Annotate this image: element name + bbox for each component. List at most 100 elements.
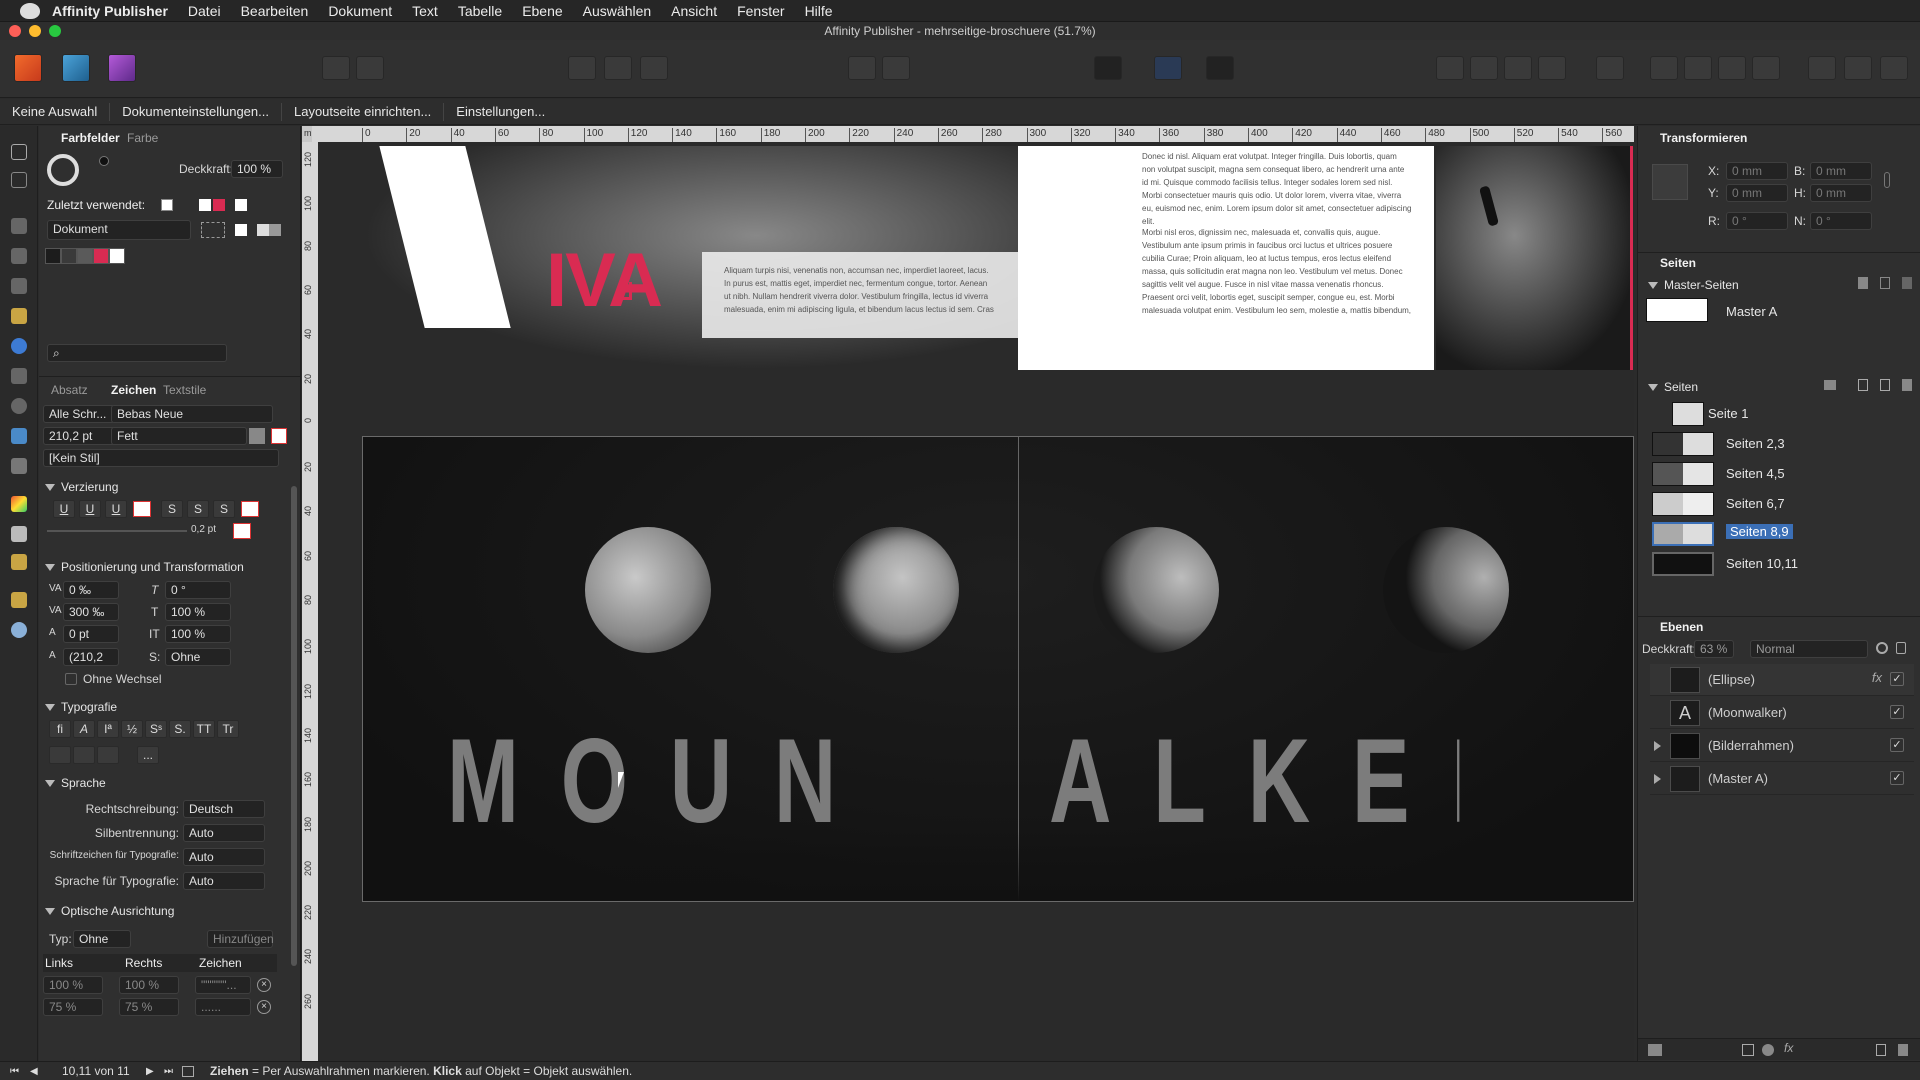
menu-app[interactable]: Affinity Publisher	[52, 3, 168, 19]
row1-remove-icon[interactable]: ×	[257, 978, 271, 992]
w-field[interactable]: 0 mm	[1810, 162, 1872, 180]
all-caps-icon[interactable]: TT	[193, 720, 215, 738]
place-image-icon[interactable]	[11, 428, 27, 444]
section-verzierung[interactable]: Verzierung	[45, 480, 118, 494]
layers-title[interactable]: Ebenen	[1660, 620, 1703, 634]
text-frame-icon[interactable]	[1154, 56, 1182, 80]
row2-right[interactable]: 75 %	[119, 998, 179, 1016]
menu-fenster[interactable]: Fenster	[737, 3, 784, 19]
underline-options-icon[interactable]: U	[105, 500, 127, 518]
deco-size-slider[interactable]	[47, 530, 187, 532]
add-button[interactable]: Hinzufügen	[207, 930, 274, 948]
layer-opacity-field[interactable]: 63 %	[1694, 640, 1734, 658]
color-picker-icon[interactable]	[11, 496, 27, 512]
section-typografie[interactable]: Typografie	[45, 700, 117, 714]
hyph-select[interactable]: Auto	[183, 824, 265, 842]
swatch-4[interactable]	[109, 248, 125, 264]
layout-setup-button[interactable]: Layoutseite einrichten...	[294, 104, 431, 119]
crop-tool-icon[interactable]	[11, 458, 27, 474]
move-tool-icon[interactable]	[11, 144, 27, 160]
circle-tool-icon[interactable]	[604, 56, 632, 80]
font-weight-select[interactable]: Fett	[111, 427, 247, 445]
stylistic-set-2-icon[interactable]	[73, 746, 95, 764]
transform-title[interactable]: Transformieren	[1660, 131, 1747, 145]
settings-button[interactable]: Einstellungen...	[456, 104, 545, 119]
moon-2[interactable]	[833, 527, 959, 653]
double-strikethrough-icon[interactable]: S	[187, 500, 209, 518]
pages-title[interactable]: Seiten	[1660, 256, 1696, 270]
page-row-8-9[interactable]: Seiten 8,9	[1648, 520, 1914, 548]
row2-remove-icon[interactable]: ×	[257, 1000, 271, 1014]
vscale-field[interactable]: 100 %	[165, 603, 231, 621]
picture-frame-icon[interactable]	[11, 368, 27, 384]
menu-text[interactable]: Text	[412, 3, 438, 19]
deco-color-swatch[interactable]	[233, 523, 251, 539]
tab-zeichen[interactable]: Zeichen	[111, 383, 156, 397]
langtypo-select[interactable]: Auto	[183, 872, 265, 890]
strikethrough-options-icon[interactable]: S	[213, 500, 235, 518]
mask-icon[interactable]	[1742, 1044, 1754, 1056]
ligatures-icon[interactable]: fi	[49, 720, 71, 738]
layers-stack-icon[interactable]	[1648, 1044, 1662, 1056]
rotate-left-icon[interactable]	[1718, 56, 1746, 80]
swatch-1[interactable]	[61, 248, 77, 264]
rotate-right-icon[interactable]	[1752, 56, 1780, 80]
delete-layer-icon[interactable]	[1898, 1044, 1908, 1056]
spell-select[interactable]: Deutsch	[183, 800, 265, 818]
script-select[interactable]: Auto	[183, 848, 265, 866]
left-panel-scrollbar[interactable]	[291, 486, 297, 966]
apple-icon[interactable]	[20, 2, 40, 19]
palette-select[interactable]: Dokument	[47, 220, 191, 240]
baseline-field[interactable]: 0 pt	[63, 625, 119, 643]
opacity-field[interactable]: 100 %	[231, 160, 283, 178]
first-page-icon[interactable]: ⏮	[10, 1066, 19, 1077]
page-indicator[interactable]: 10,11 von 11	[62, 1064, 130, 1078]
moonwalker-text-right[interactable]: ALKER	[1049, 723, 1459, 839]
swatch-2[interactable]	[77, 248, 93, 264]
align-icon[interactable]	[1596, 56, 1624, 80]
strikethrough-icon[interactable]: S	[161, 500, 183, 518]
moon-3[interactable]	[1093, 527, 1219, 653]
arrange-back-icon[interactable]	[1470, 56, 1498, 80]
underline-color-swatch[interactable]	[133, 501, 151, 517]
moonwalker-text-left[interactable]: MOUNW	[447, 723, 857, 839]
fill-stroke-icon[interactable]	[47, 154, 79, 186]
pen-tool-icon[interactable]	[11, 308, 27, 324]
underline-icon[interactable]: U	[53, 500, 75, 518]
row1-right[interactable]: 100 %	[119, 976, 179, 994]
fx-footer-icon[interactable]: fx	[1784, 1041, 1793, 1055]
layer-moonwalker[interactable]: A (Moonwalker) ✓	[1650, 697, 1914, 729]
superscript-icon[interactable]: Sˢ	[145, 720, 167, 738]
tab-textstile[interactable]: Textstile	[163, 383, 206, 397]
fractions-icon[interactable]: ½	[121, 720, 143, 738]
table-tool-icon[interactable]	[11, 248, 27, 264]
spread-left-image[interactable]: IVA Aliquam turpis nisi, venenatis non, …	[362, 146, 1018, 370]
menu-tabelle[interactable]: Tabelle	[458, 3, 502, 19]
recent-swatch-none[interactable]	[161, 199, 173, 211]
recent-swatch-white-2[interactable]	[235, 199, 247, 211]
node-tool-icon[interactable]	[11, 172, 27, 188]
case-select[interactable]: Ohne	[165, 648, 231, 666]
layer-settings-icon[interactable]	[1876, 642, 1888, 654]
page-row-2-3[interactable]: Seiten 2,3	[1648, 430, 1914, 458]
row2-left[interactable]: 75 %	[43, 998, 103, 1016]
font-collection-select[interactable]: Alle Schr...	[43, 405, 115, 423]
fx-icon[interactable]: fx	[1872, 670, 1882, 685]
publisher-persona-icon[interactable]	[14, 54, 42, 82]
page-row-6-7[interactable]: Seiten 6,7	[1648, 490, 1914, 518]
document-settings-button[interactable]: Dokumenteinstellungen...	[122, 104, 269, 119]
pages-section[interactable]: Seiten	[1648, 380, 1698, 394]
layer-visibility-checkbox[interactable]: ✓	[1890, 738, 1904, 752]
menu-ansicht[interactable]: Ansicht	[671, 3, 717, 19]
char-style-select[interactable]: [Kein Stil]	[43, 449, 279, 467]
y-field[interactable]: 0 mm	[1726, 184, 1788, 202]
fill-tool-icon[interactable]	[11, 526, 27, 542]
assistant-icon[interactable]	[322, 56, 350, 80]
eyedropper-icon[interactable]	[11, 554, 27, 570]
preview-eye-icon[interactable]	[1094, 56, 1122, 80]
boolean-add-icon[interactable]	[1808, 56, 1836, 80]
shear-field[interactable]: 0 °	[1810, 212, 1872, 230]
kerning-field[interactable]: 300 ‰	[63, 603, 119, 621]
menu-hilfe[interactable]: Hilfe	[805, 3, 833, 19]
color-dot-icon[interactable]	[99, 156, 109, 166]
